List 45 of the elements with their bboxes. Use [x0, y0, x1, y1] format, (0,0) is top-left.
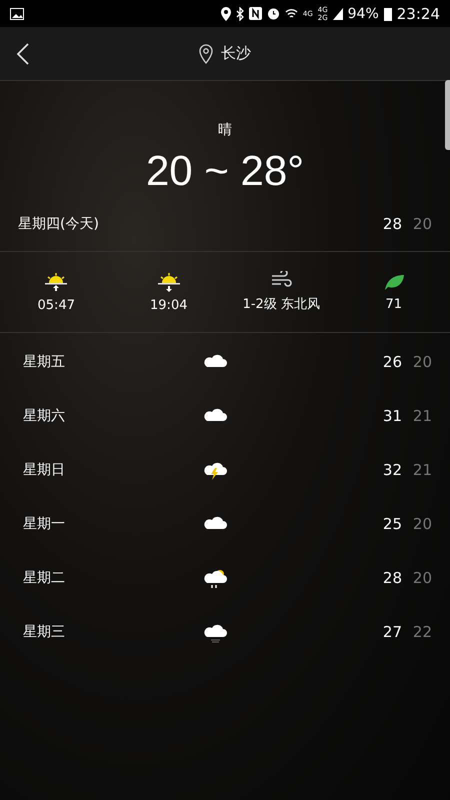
day-label: 星期三 [23, 623, 66, 641]
detail-value: 71 [385, 296, 402, 312]
location-icon [220, 6, 231, 20]
low-temp: 20 [412, 215, 432, 233]
high-temp: 26 [382, 353, 402, 371]
day-label: 星期五 [23, 353, 66, 371]
bluetooth-icon [236, 6, 244, 20]
low-temp: 21 [412, 407, 432, 425]
clock-time: 23:24 [396, 4, 440, 22]
temperature-range: 20 ~ 28° [144, 147, 306, 195]
high-temp: 31 [382, 407, 402, 425]
low-temp: 21 [412, 461, 432, 479]
high-temp: 32 [382, 461, 402, 479]
detail-value: 1-2级 东北风 [242, 296, 320, 313]
scroll-handle [445, 80, 450, 150]
battery-icon [384, 6, 392, 20]
day-label: 星期四(今天) [18, 215, 100, 233]
low-temp: 20 [412, 569, 432, 587]
day-label: 星期日 [23, 461, 66, 479]
sun-rain-icon [203, 567, 229, 589]
nfc-icon [248, 7, 262, 20]
detail-value: 19:04 [150, 298, 188, 312]
high-temp: 28 [382, 569, 402, 587]
sunrise-icon [43, 272, 70, 292]
signal-icon [332, 8, 343, 20]
low-temp: 20 [412, 353, 432, 371]
day-label: 星期六 [23, 407, 66, 425]
high-temp: 25 [382, 515, 402, 533]
alarm-icon [266, 7, 280, 20]
city-name: 长沙 [221, 44, 251, 63]
wifi-icon [284, 8, 298, 20]
sunset-icon [156, 272, 182, 292]
leaf-icon [382, 272, 405, 290]
day-label: 星期二 [23, 569, 66, 587]
location-pin-icon [199, 44, 213, 64]
weather-condition: 晴 [217, 121, 233, 139]
high-temp: 27 [382, 623, 402, 641]
high-temp: 28 [382, 215, 402, 233]
battery-percent: 94% [348, 6, 379, 22]
low-temp: 22 [412, 623, 432, 641]
image-icon [10, 8, 24, 20]
day-label: 星期一 [23, 515, 66, 533]
detail-value: 05:47 [38, 298, 75, 312]
wind-icon [270, 271, 292, 289]
low-temp: 20 [412, 515, 432, 533]
